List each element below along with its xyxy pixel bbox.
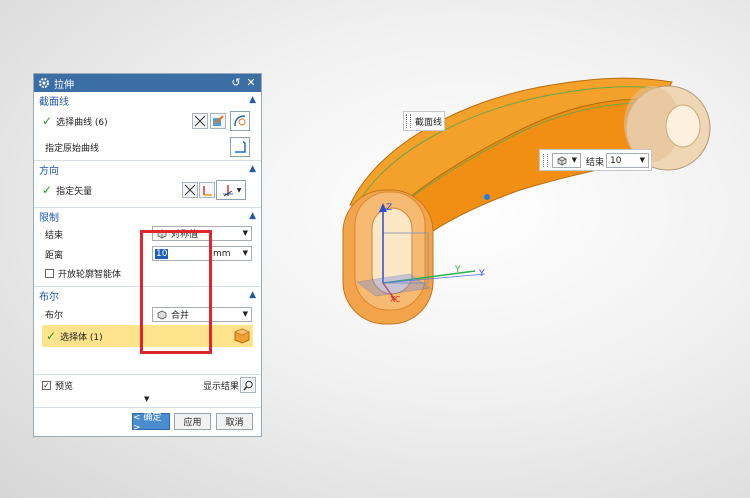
specify-vector-row[interactable]: ✓ 指定矢量 ▼	[34, 177, 261, 203]
close-button[interactable]: ✕	[245, 77, 257, 89]
solid-body-icon	[234, 328, 250, 344]
red-highlight-box	[140, 230, 212, 354]
preview-checkbox[interactable]: ✓	[42, 380, 51, 390]
check-icon: ✓	[42, 114, 53, 128]
chevron-down-icon: ▼	[236, 186, 242, 194]
float-end-value: 10	[610, 155, 622, 166]
section-title: 限制	[39, 212, 59, 224]
body-select-button[interactable]	[233, 327, 251, 345]
cube-icon	[557, 156, 567, 165]
distance-unit: mm	[213, 248, 231, 259]
section-title: 方向	[39, 165, 59, 177]
curve-button[interactable]	[230, 111, 250, 131]
float-end-label: 结束	[586, 158, 605, 168]
floating-end-bar: ▼ 结束 10 ▼	[539, 149, 652, 171]
sketch-section-button[interactable]	[210, 113, 226, 129]
apply-button[interactable]: 应用	[174, 413, 211, 430]
ok-button[interactable]: < 确定 >	[132, 413, 170, 433]
zc-axis-icon	[222, 185, 233, 197]
show-result-button[interactable]	[240, 377, 256, 393]
chevron-up-icon[interactable]: ▲	[249, 211, 256, 221]
open-profile-label: 开放轮廓智能体	[58, 269, 122, 280]
chevron-down-icon: ▼	[242, 310, 248, 318]
vector-type-select[interactable]: ▼	[216, 180, 246, 200]
chevron-up-icon[interactable]: ▲	[249, 164, 256, 174]
section-curve-tag-label: 截面线	[415, 117, 443, 128]
chevron-up-icon[interactable]: ▲	[249, 290, 256, 300]
boolean-label: 布尔	[45, 310, 64, 321]
vector-point-icon	[484, 194, 490, 200]
end-label: 结束	[45, 230, 64, 241]
y-axis-label: Y	[454, 265, 461, 275]
origin-curve-button[interactable]	[230, 137, 250, 157]
grip-handle[interactable]	[406, 114, 411, 128]
crossed-lines-icon	[194, 115, 206, 127]
dialog-title: 拉伸	[54, 79, 74, 91]
chevron-down-icon: ▼	[242, 229, 248, 237]
specify-vector-label: 指定矢量	[56, 186, 93, 197]
select-curve-row[interactable]: ✓ 选择曲线 (6)	[34, 108, 261, 134]
magnifier-icon	[242, 380, 253, 390]
show-result-label: 显示结果	[203, 381, 240, 392]
section-curve-tag[interactable]: 截面线	[403, 111, 445, 131]
curve-arc-icon	[234, 115, 246, 127]
limits-header[interactable]: 限制 ▲	[34, 207, 261, 224]
direction-header[interactable]: 方向 ▲	[34, 160, 261, 177]
expand-more-icon[interactable]: ▼	[144, 395, 149, 403]
preview-row: ✓ 预览 显示结果	[34, 376, 261, 394]
z-axis-label: Z	[386, 203, 392, 213]
vector-icon	[203, 186, 212, 196]
reverse-direction-button[interactable]	[182, 182, 198, 198]
sketch-icon	[213, 115, 224, 126]
chevron-up-icon[interactable]: ▲	[249, 95, 256, 105]
specify-origin-label: 指定原始曲线	[45, 143, 100, 154]
distance-label: 距离	[45, 250, 64, 261]
origin-curve-icon	[235, 141, 246, 153]
open-profile-checkbox[interactable]	[45, 268, 54, 278]
right-boss-hole	[665, 104, 701, 148]
check-icon: ✓	[42, 183, 53, 197]
curve-rule-button[interactable]	[192, 113, 208, 129]
y-axis-label-blue: Y	[478, 269, 485, 279]
chevron-down-icon: ▼	[639, 156, 645, 164]
section-curve-header[interactable]: 截面线 ▲	[34, 92, 261, 108]
section-title: 布尔	[39, 291, 59, 303]
float-end-value-input[interactable]: 10 ▼	[606, 153, 649, 168]
reset-button[interactable]: ↺	[230, 77, 242, 89]
cancel-button[interactable]: 取消	[216, 413, 253, 430]
specify-origin-row[interactable]: 指定原始曲线	[34, 134, 261, 160]
gear-icon	[39, 78, 49, 88]
x-axis-label: XC	[390, 295, 401, 304]
float-end-type-select[interactable]: ▼	[552, 153, 581, 168]
grip-handle[interactable]	[543, 154, 548, 167]
check-icon: ✓	[46, 329, 57, 343]
section-title: 截面线	[39, 96, 69, 108]
chevron-down-icon: ▼	[242, 249, 248, 257]
preview-label: 预览	[55, 381, 74, 392]
vector-dialog-button[interactable]	[199, 182, 215, 198]
crossed-lines-icon	[184, 184, 196, 196]
dialog-titlebar[interactable]: 拉伸 ↺ ✕	[34, 74, 261, 92]
chevron-down-icon: ▼	[571, 156, 577, 164]
select-body-label: 选择体 (1)	[60, 332, 103, 343]
select-curve-label: 选择曲线 (6)	[56, 117, 108, 128]
